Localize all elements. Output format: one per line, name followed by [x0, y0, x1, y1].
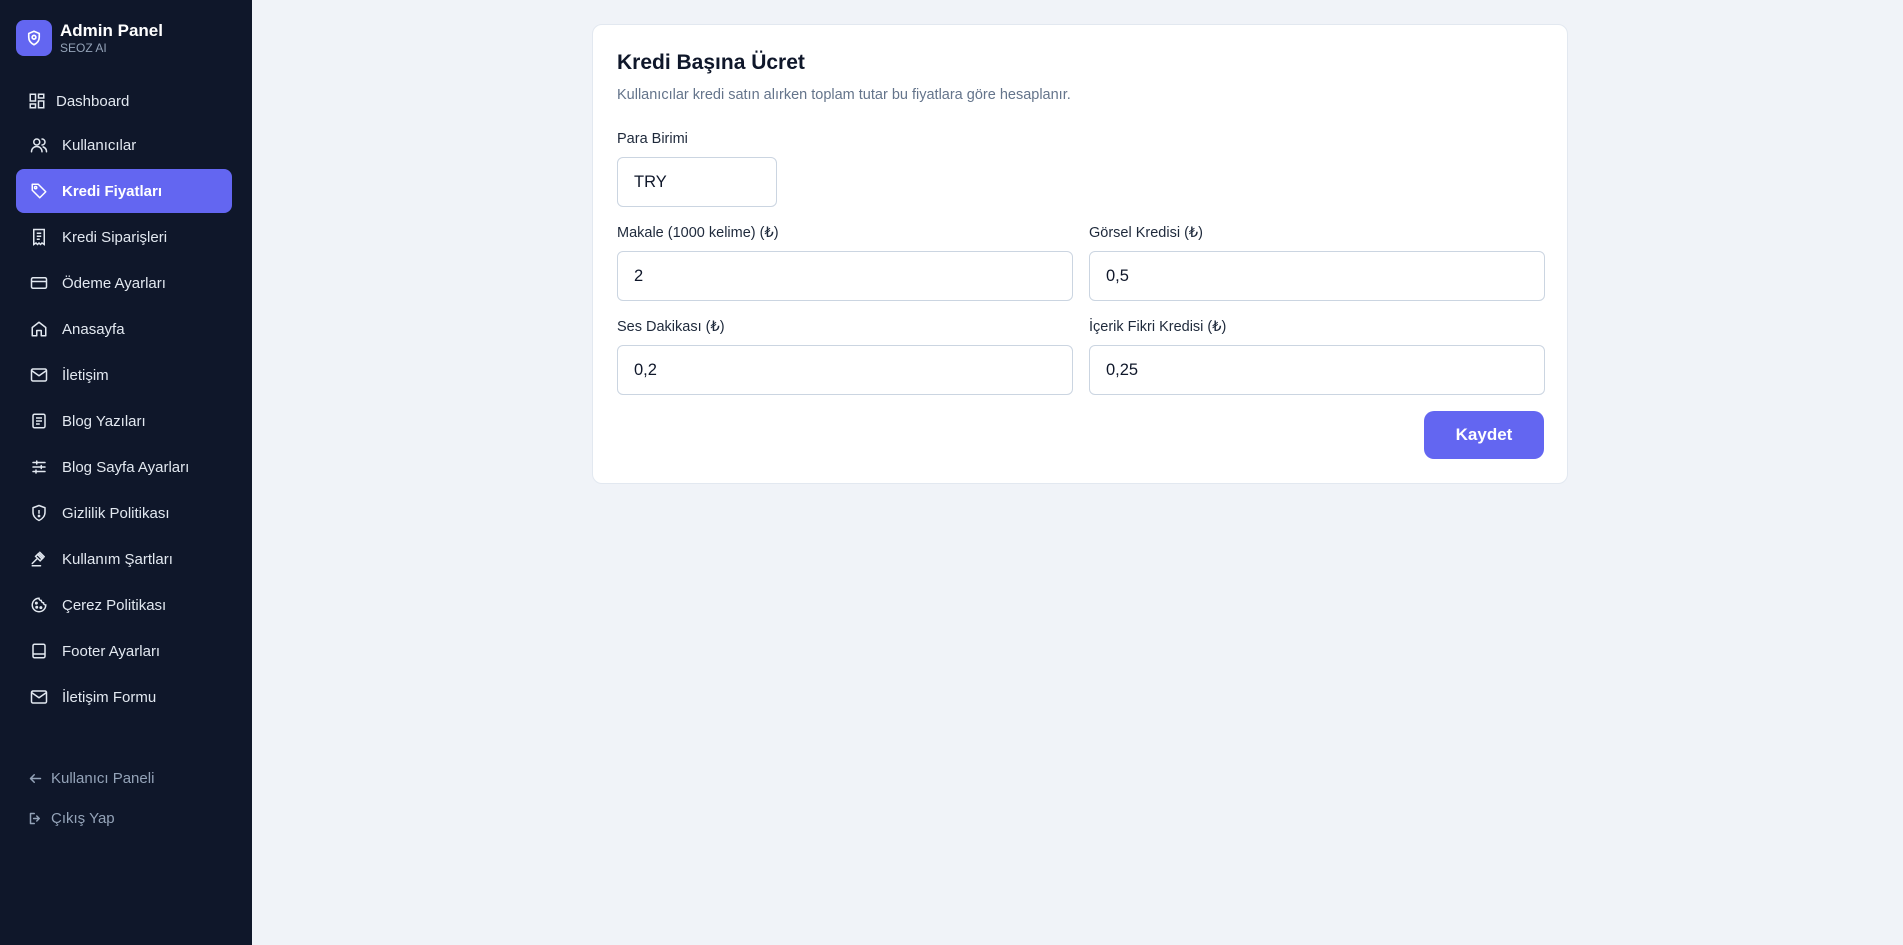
- sidebar-item-label: Kredi Fiyatları: [62, 182, 163, 200]
- sidebar-item-label: Çerez Politikası: [62, 596, 167, 614]
- brand-subtitle: SEOZ AI: [60, 40, 107, 55]
- article-price-label: Makale (1000 kelime) (₺): [617, 225, 779, 241]
- users-icon: [30, 138, 48, 153]
- sidebar-item-users[interactable]: Kullanıcılar: [16, 123, 232, 167]
- shield-icon: [32, 504, 46, 522]
- arrow-left-icon: [29, 773, 42, 783]
- brand: Admin Panel SEOZ AI: [16, 20, 163, 56]
- sidebar-item-contact-form[interactable]: İletişim Formu: [16, 675, 232, 719]
- cookie-icon: [31, 597, 47, 613]
- mail-icon: [30, 368, 48, 382]
- sidebar-item-credit-orders[interactable]: Kredi Siparişleri: [16, 215, 232, 259]
- user-panel-link[interactable]: Kullanıcı Paneli: [28, 758, 154, 798]
- article-price-input[interactable]: [617, 251, 1073, 301]
- sidebar-item-terms-of-use[interactable]: Kullanım Şartları: [16, 537, 232, 581]
- sidebar-item-dashboard[interactable]: Dashboard: [16, 81, 232, 121]
- save-button[interactable]: Kaydet: [1424, 411, 1544, 459]
- content-idea-input[interactable]: [1089, 345, 1545, 395]
- sidebar-item-label: Anasayfa: [62, 320, 125, 338]
- sidebar-item-label: Blog Yazıları: [62, 412, 146, 430]
- sidebar-item-cookie-policy[interactable]: Çerez Politikası: [16, 583, 232, 627]
- sidebar-item-label: Footer Ayarları: [62, 642, 161, 660]
- logout-icon: [29, 812, 40, 824]
- sidebar-item-blog-posts[interactable]: Blog Yazıları: [16, 399, 232, 443]
- sidebar-item-homepage[interactable]: Anasayfa: [16, 307, 232, 351]
- logout-label: Çıkış Yap: [51, 809, 115, 827]
- sidebar-item-footer-settings[interactable]: Footer Ayarları: [16, 629, 232, 673]
- sidebar-item-label: İletişim: [62, 366, 109, 384]
- brand-logo-icon: [16, 20, 52, 56]
- sidebar-nav: Dashboard Kullanıcılar Kredi Fiyatları K…: [16, 81, 232, 721]
- sidebar-item-label: Kullanım Şartları: [62, 550, 173, 568]
- image-credit-input[interactable]: [1089, 251, 1545, 301]
- brand-title: Admin Panel: [60, 20, 163, 40]
- currency-input[interactable]: [617, 157, 777, 207]
- receipt-icon: [33, 228, 45, 246]
- image-credit-label: Görsel Kredisi (₺): [1089, 225, 1203, 241]
- sidebar: Admin Panel SEOZ AI Dashboard Kullanıcıl…: [0, 0, 252, 945]
- sliders-icon: [32, 460, 46, 474]
- mail-icon: [30, 690, 48, 704]
- dashboard-icon: [29, 93, 45, 109]
- card-description: Kullanıcılar kredi satın alırken toplam …: [617, 87, 1071, 103]
- sidebar-item-contact[interactable]: İletişim: [16, 353, 232, 397]
- sidebar-item-privacy-policy[interactable]: Gizlilik Politikası: [16, 491, 232, 535]
- sidebar-item-blog-page-settings[interactable]: Blog Sayfa Ayarları: [16, 445, 232, 489]
- sidebar-item-label: Gizlilik Politikası: [62, 504, 170, 522]
- user-panel-label: Kullanıcı Paneli: [51, 769, 155, 787]
- home-icon: [31, 321, 47, 337]
- card-title: Kredi Başına Ücret: [617, 51, 805, 74]
- content-idea-label: İçerik Fikri Kredisi (₺): [1089, 319, 1227, 335]
- sidebar-item-label: İletişim Formu: [62, 688, 157, 706]
- credit-price-card: Kredi Başına Ücret Kullanıcılar kredi sa…: [592, 24, 1568, 484]
- credit-card-icon: [30, 277, 48, 289]
- sidebar-item-payment-settings[interactable]: Ödeme Ayarları: [16, 261, 232, 305]
- audio-minute-input[interactable]: [617, 345, 1073, 395]
- sidebar-item-credit-prices[interactable]: Kredi Fiyatları: [16, 169, 232, 213]
- logout-link[interactable]: Çıkış Yap: [28, 798, 154, 838]
- audio-minute-label: Ses Dakikası (₺): [617, 319, 725, 335]
- sidebar-item-label: Kullanıcılar: [62, 136, 137, 154]
- sidebar-item-label: Ödeme Ayarları: [62, 274, 166, 292]
- document-icon: [32, 413, 46, 429]
- sidebar-bottom-nav: Kullanıcı Paneli Çıkış Yap: [28, 758, 154, 838]
- sidebar-item-label: Blog Sayfa Ayarları: [62, 458, 190, 476]
- currency-label: Para Birimi: [617, 131, 688, 147]
- tag-icon: [31, 183, 47, 199]
- gavel-icon: [31, 551, 45, 567]
- sidebar-item-label: Kredi Siparişleri: [62, 228, 168, 246]
- sidebar-item-label: Dashboard: [56, 92, 130, 110]
- footer-icon: [32, 643, 46, 659]
